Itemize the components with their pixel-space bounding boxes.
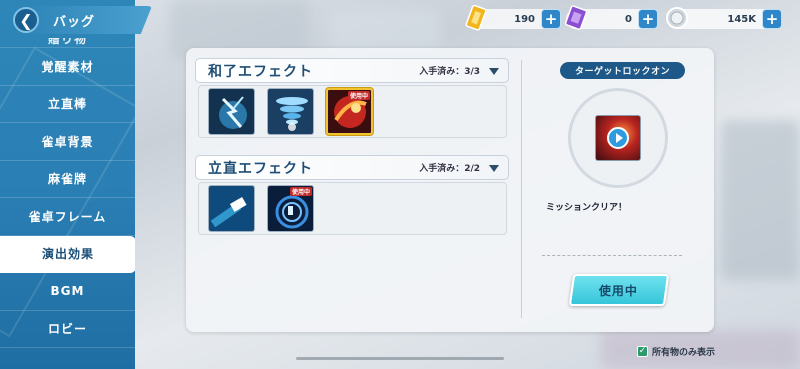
in-use-button[interactable]: 使用中	[568, 274, 670, 306]
currency-coin: 145K +	[666, 7, 782, 30]
chevron-down-icon	[489, 68, 499, 75]
effects-panel: 和了エフェクト 入手済み：3/3 使用中 立直エフェクト 入手済み：2/2 使用…	[186, 48, 714, 332]
sidebar-item-label: 立直棒	[47, 97, 87, 112]
currency-gold-value: 190	[514, 13, 535, 25]
purple-ticket-icon	[564, 5, 588, 30]
currency-purple: 0 +	[564, 5, 658, 30]
back-button[interactable]: ❮	[13, 7, 39, 33]
section-title: 和了エフェクト	[208, 63, 313, 80]
play-icon[interactable]	[607, 127, 629, 149]
win-effect-items: 使用中	[198, 85, 507, 138]
page-title: バッグ	[53, 14, 96, 30]
sidebar-item-gifts[interactable]: 贈り物	[0, 38, 135, 48]
preview-thumbnail[interactable]	[595, 115, 641, 161]
effect-item-tornado[interactable]	[267, 88, 314, 135]
riichi-effect-section: 立直エフェクト 入手済み：2/2 使用中	[195, 155, 509, 235]
sidebar-item-riichi-sticks[interactable]: 立直棒	[0, 86, 135, 123]
in-use-button-label: 使用中	[599, 283, 639, 298]
sidebar-item-lobby[interactable]: ロビー	[0, 311, 135, 348]
preview-description: ミッションクリア！	[546, 203, 628, 213]
section-count: 入手済み：2/2	[419, 164, 480, 174]
in-use-badge: 使用中	[289, 187, 312, 196]
horizontal-scrollbar[interactable]	[296, 357, 504, 360]
sidebar-item-mahjong-tiles[interactable]: 麻雀牌	[0, 161, 135, 198]
sidebar-item-awakening-materials[interactable]: 覚醒素材	[0, 48, 135, 86]
sidebar-item-label: 雀卓フレーム	[28, 209, 107, 224]
effect-item-flame[interactable]: 使用中	[326, 88, 373, 135]
add-gold-button[interactable]: +	[541, 9, 561, 29]
tornado-effect-icon	[268, 89, 313, 134]
add-coin-button[interactable]: +	[762, 9, 782, 29]
preview-title: ターゲットロックオン	[560, 62, 685, 79]
sidebar-item-table-background[interactable]: 雀卓背景	[0, 123, 135, 161]
sidebar-item-label: 雀卓背景	[41, 134, 94, 149]
checkbox-checked-icon[interactable]: ✓	[637, 346, 648, 357]
owned-only-label: 所有物のみ表示	[652, 348, 716, 358]
currency-gold: 190 +	[465, 5, 561, 31]
sidebar-menu: 贈り物 覚醒素材 立直棒 雀卓背景 麻雀牌 雀卓フレーム 演出効果 BGM ロビ…	[0, 38, 135, 348]
riichi-effect-header[interactable]: 立直エフェクト 入手済み：2/2	[195, 155, 509, 180]
card-slide-effect-icon	[209, 186, 254, 231]
header-tab: ❮ バッグ	[12, 6, 152, 34]
in-use-badge: 使用中	[347, 91, 370, 100]
owned-only-toggle[interactable]: ✓ 所有物のみ表示	[637, 345, 715, 358]
sidebar-item-label: 演出効果	[41, 247, 94, 262]
preview-frame	[568, 88, 668, 188]
sidebar-item-label: 贈り物	[47, 38, 87, 46]
sidebar: 贈り物 覚醒素材 立直棒 雀卓背景 麻雀牌 雀卓フレーム 演出効果 BGM ロビ…	[0, 0, 135, 369]
currency-coin-value: 145K	[727, 13, 756, 25]
chevron-left-icon: ❮	[19, 10, 33, 30]
sidebar-item-effects[interactable]: 演出効果	[0, 235, 135, 273]
lightning-effect-icon	[209, 89, 254, 134]
win-effect-section: 和了エフェクト 入手済み：3/3 使用中	[195, 58, 509, 138]
dotted-divider	[542, 255, 682, 256]
add-purple-button[interactable]: +	[638, 9, 658, 29]
section-title: 立直エフェクト	[208, 160, 313, 177]
riichi-effect-items: 使用中	[198, 182, 507, 235]
background-blur	[330, 10, 440, 50]
win-effect-header[interactable]: 和了エフェクト 入手済み：3/3	[195, 58, 509, 83]
background-blur	[720, 120, 800, 280]
gold-ticket-icon	[465, 5, 487, 31]
coin-icon	[666, 7, 688, 29]
sidebar-item-label: ロビー	[47, 322, 87, 337]
effect-item-lightning[interactable]	[208, 88, 255, 135]
currency-purple-value: 0	[625, 13, 632, 25]
sidebar-item-label: 麻雀牌	[47, 172, 87, 187]
sidebar-item-label: 覚醒素材	[41, 59, 94, 74]
panel-divider	[521, 60, 522, 318]
sidebar-item-bgm[interactable]: BGM	[0, 273, 135, 311]
effect-item-card-slide[interactable]	[208, 185, 255, 232]
chevron-down-icon	[489, 165, 499, 172]
section-count: 入手済み：3/3	[419, 67, 480, 77]
effect-item-vortex[interactable]: 使用中	[267, 185, 314, 232]
sidebar-item-label: BGM	[50, 284, 85, 299]
sidebar-item-table-frame[interactable]: 雀卓フレーム	[0, 198, 135, 236]
